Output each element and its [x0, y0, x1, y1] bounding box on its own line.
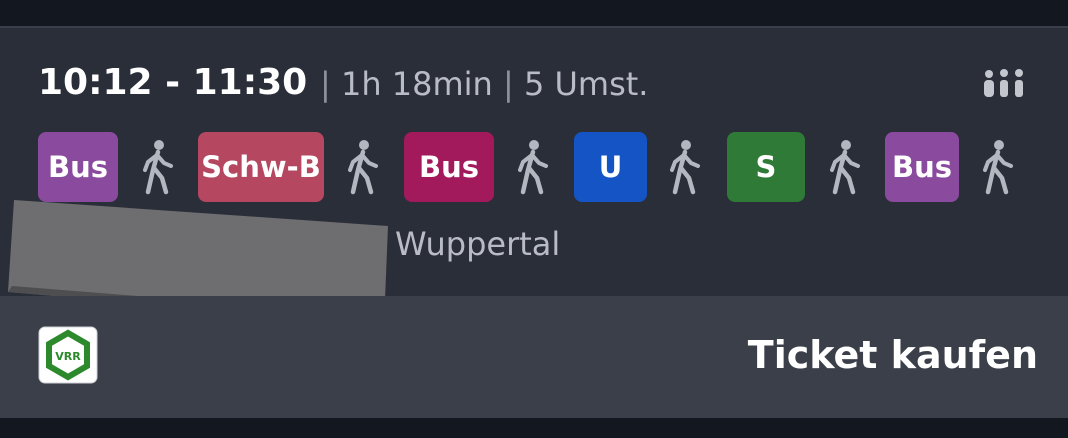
transit-chip-s: S — [727, 132, 805, 202]
bottom-strip — [0, 418, 1068, 438]
walking-person-icon — [980, 138, 1016, 196]
transit-chip-u: U — [574, 132, 647, 202]
vrr-logo-text: VRR — [55, 350, 81, 363]
walking-person-icon — [827, 138, 863, 196]
walking-person-icon — [667, 138, 703, 196]
destination-text: Wuppertal — [395, 225, 561, 263]
walking-person-icon — [515, 138, 551, 196]
transit-chip-bus: Bus — [38, 132, 118, 202]
transit-chip-schw-b: Schw-B — [198, 132, 324, 202]
walking-person-icon — [345, 138, 381, 196]
buy-ticket-button[interactable]: Ticket kaufen — [748, 326, 1038, 384]
transit-chip-bus: Bus — [885, 132, 959, 202]
vrr-logo: VRR — [38, 326, 98, 384]
walking-person-icon — [140, 138, 176, 196]
transit-chip-bus: Bus — [404, 132, 494, 202]
